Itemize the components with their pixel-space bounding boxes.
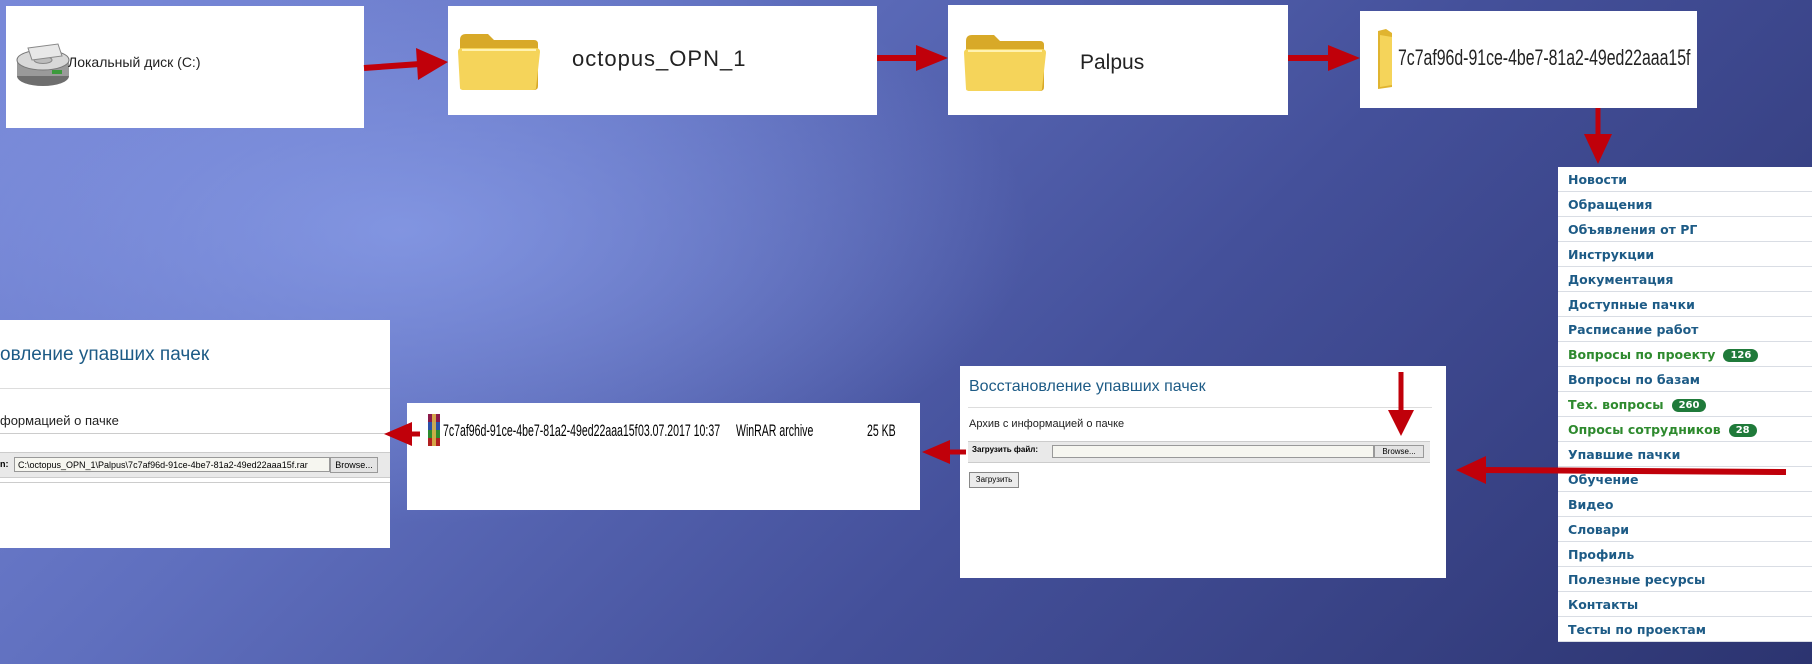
file-listing-panel: 7c7af96d-91ce-4be7-81a2-49ed22aaa15f 03.…	[407, 403, 920, 510]
sidebar-item[interactable]: Опросы сотрудников 28	[1558, 417, 1812, 442]
folder-icon	[458, 34, 540, 90]
folder-label-octopus: octopus_OPN_1	[572, 46, 747, 71]
sidebar-item-label: Вопросы по проекту	[1568, 347, 1716, 362]
sidebar-item-label: Объявления от РГ	[1568, 222, 1698, 237]
upload-form-title: Восстановление упавших пачек	[969, 378, 1206, 395]
sidebar-item[interactable]: Вопросы по базам	[1558, 367, 1812, 392]
sidebar-item[interactable]: Обращения	[1558, 192, 1812, 217]
upload-button[interactable]: Загрузить	[969, 472, 1019, 488]
sidebar-item[interactable]: Контакты	[1558, 592, 1812, 617]
arrow-palpus-to-guid	[1288, 45, 1360, 71]
local-disk-label: Локальный диск (C:)	[68, 54, 201, 70]
count-badge: 260	[1671, 399, 1707, 412]
sidebar-item[interactable]: Документация	[1558, 267, 1812, 292]
folder-icon	[964, 35, 1046, 91]
sidebar-item[interactable]: Тесты по проектам	[1558, 617, 1812, 642]
folder-panel-palpus[interactable]: Palpus	[948, 5, 1288, 115]
folder-panel-octopus[interactable]: octopus_OPN_1	[448, 6, 877, 115]
sidebar-item[interactable]: Тех. вопросы 260	[1558, 392, 1812, 417]
folder-panel-guid[interactable]: 7c7af96d-91ce-4be7-81a2-49ed22aaa15f	[1360, 11, 1697, 108]
browse-button[interactable]: Browse...	[1374, 445, 1424, 458]
sidebar-item-label: Обучение	[1568, 472, 1639, 487]
sidebar-item-label: Упавшие пачки	[1568, 447, 1681, 462]
count-badge: 28	[1728, 424, 1757, 437]
result-form-panel: овление упавших пачек формацией о пачке …	[0, 320, 390, 548]
sidebar-item-label: Доступные пачки	[1568, 297, 1695, 312]
sidebar-item-label: Вопросы по базам	[1568, 372, 1701, 387]
upload-form-panel: Восстановление упавших пачек Архив с инф…	[960, 366, 1446, 578]
file-date: 03.07.2017 10:37	[638, 421, 721, 440]
sidebar-item-label: Тех. вопросы	[1568, 397, 1664, 412]
sidebar-item-label: Тесты по проектам	[1568, 622, 1706, 637]
sidebar-item-label: Словари	[1568, 522, 1629, 537]
sidebar-item[interactable]: Словари	[1558, 517, 1812, 542]
file-type: WinRAR archive	[736, 421, 814, 440]
sidebar-item-label: Профиль	[1568, 547, 1635, 562]
result-form-title: овление упавших пачек	[0, 344, 210, 365]
sidebar-item[interactable]: Обучение	[1558, 467, 1812, 492]
folder-label-palpus: Palpus	[1080, 51, 1145, 74]
sidebar-item[interactable]: Профиль	[1558, 542, 1812, 567]
sidebar-item[interactable]: Новости	[1558, 167, 1812, 192]
file-path-input[interactable]	[1052, 445, 1374, 458]
file-upload-row: Загрузить файл: Browse...	[968, 441, 1430, 463]
arrow-guid-to-menu	[1584, 108, 1612, 164]
sidebar-item-label: Новости	[1568, 172, 1627, 187]
file-name[interactable]: 7c7af96d-91ce-4be7-81a2-49ed22aaa15f	[443, 421, 638, 441]
file-upload-row: n: C:\octopus_OPN_1\Palpus\7c7af96d-91ce…	[0, 452, 390, 478]
file-upload-label: n:	[0, 459, 9, 469]
sidebar-item[interactable]: Объявления от РГ	[1558, 217, 1812, 242]
sidebar-item[interactable]: Инструкции	[1558, 242, 1812, 267]
sidebar-item-label: Контакты	[1568, 597, 1639, 612]
arrow-octopus-to-palpus	[877, 45, 948, 71]
sidebar-item[interactable]: Расписание работ	[1558, 317, 1812, 342]
file-upload-label: Загрузить файл:	[972, 445, 1038, 454]
sidebar-item-label: Видео	[1568, 497, 1614, 512]
hard-drive-icon	[16, 43, 70, 86]
sidebar-item[interactable]: Видео	[1558, 492, 1812, 517]
count-badge: 126	[1723, 349, 1759, 362]
sidebar-menu: Новости Обращения Объявления от РГ Инструкц…	[1558, 167, 1812, 642]
arrow-disk-to-octopus	[363, 48, 448, 80]
winrar-archive-icon	[428, 414, 440, 446]
result-form-subtitle: формацией о пачке	[0, 413, 119, 428]
local-disk-panel[interactable]: Локальный диск (C:)	[6, 6, 364, 128]
sidebar-item-label: Полезные ресурсы	[1568, 572, 1706, 587]
sidebar-item[interactable]: Доступные пачки	[1558, 292, 1812, 317]
sidebar-item[interactable]: Упавшие пачки	[1558, 442, 1812, 467]
sidebar-item-label: Обращения	[1568, 197, 1653, 212]
sidebar-item[interactable]: Вопросы по проекту 126	[1558, 342, 1812, 367]
browse-button[interactable]: Browse...	[330, 457, 378, 473]
sidebar-item[interactable]: Полезные ресурсы	[1558, 567, 1812, 592]
sidebar-item-label: Опросы сотрудников	[1568, 422, 1721, 437]
sidebar-item-label: Документация	[1568, 272, 1674, 287]
file-path-input[interactable]: C:\octopus_OPN_1\Palpus\7c7af96d-91ce-4b…	[14, 457, 330, 472]
file-size: 25 KB	[867, 421, 896, 440]
folder-label-guid: 7c7af96d-91ce-4be7-81a2-49ed22aaa15f	[1398, 45, 1691, 70]
upload-form-subtitle: Архив с информацией о пачке	[969, 418, 1125, 430]
folder-icon	[1378, 29, 1392, 89]
sidebar-item-label: Расписание работ	[1568, 322, 1699, 337]
sidebar-item-label: Инструкции	[1568, 247, 1655, 262]
